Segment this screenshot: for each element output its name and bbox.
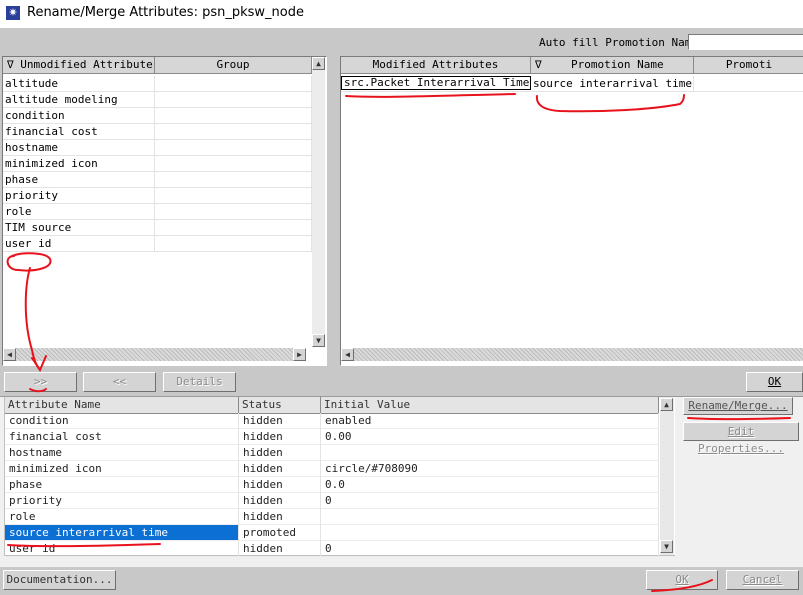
annotation-overlay [6,93,791,592]
annotation-mark [7,543,161,548]
annotation-mark [24,267,41,371]
annotation-mark [651,579,713,592]
annotation-mark [535,94,685,113]
annotation-mark [687,417,791,421]
annotation-mark [345,93,516,98]
annotation-mark [29,388,47,393]
